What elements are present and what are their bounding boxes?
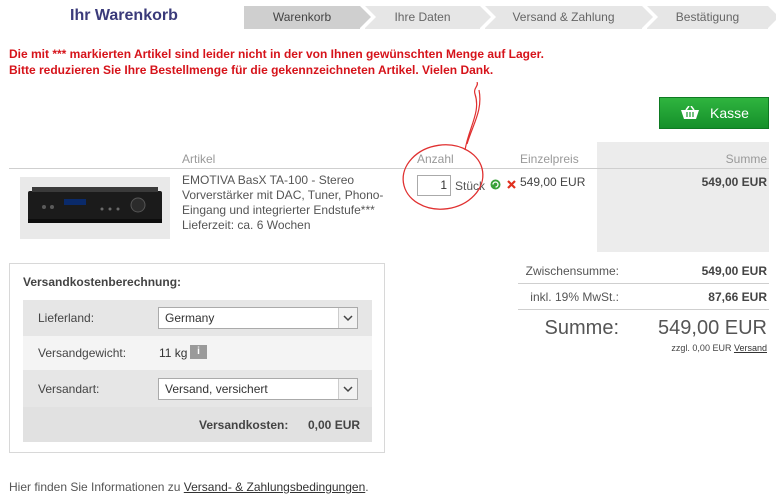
row-sum: 549,00 EUR [701,175,767,189]
subtotal-label: Zwischensumme: [525,264,619,278]
cost-value: 0,00 EUR [308,418,361,432]
step-warenkorb: Warenkorb [244,6,371,29]
delivery-time: Lieferzeit: ca. 6 Wochen [182,218,311,232]
page-title: Ihr Warenkorb [70,7,178,24]
product-image[interactable] [20,177,170,239]
product-description: EMOTIVA BasX TA-100 - Stereo Vorverstärk… [182,173,392,233]
warning-line-1: Die mit *** markierten Artikel sind leid… [9,47,545,61]
tax-value: 87,66 EUR [708,290,767,304]
country-label: Lieferland: [38,311,95,325]
header-artikel: Artikel [182,152,216,166]
country-select[interactable]: Germany [158,307,358,329]
shipping-link[interactable]: Versand [734,343,767,353]
shipping-note-text: zzgl. 0,00 EUR [671,343,732,353]
basket-icon [681,106,699,119]
stock-warning: Die mit *** markierten Artikel sind leid… [9,46,544,78]
totals-divider [518,309,769,310]
sum-label: Summe: [544,317,619,339]
annotation-circle [402,82,484,210]
shipping-note: zzgl. 0,00 EUR Versand [580,343,767,353]
weight-value: 11 kg [159,346,188,360]
footer-info: Hier finden Sie Informationen zu Versand… [9,480,369,494]
footer-end: . [365,480,369,494]
footer-text: Hier finden Sie Informationen zu [9,480,181,494]
method-value: Versand, versichert [165,382,268,396]
product-name-line-2: Vorverstärker mit DAC, Tuner, Phono- [182,188,384,202]
header-summe: Summe [725,152,767,166]
step-bestaetigung: Bestätigung [647,6,776,29]
checkout-button[interactable]: Kasse [659,97,769,129]
warning-line-2: Bitte reduzieren Sie Ihre Bestellmenge f… [9,63,494,77]
chevron-down-icon [338,308,357,328]
subtotal-value: 549,00 EUR [701,264,767,278]
step-ihre-daten: Ihre Daten [365,6,491,29]
shipping-title: Versandkostenberechnung: [23,275,182,289]
method-label: Versandart: [38,382,100,396]
method-select[interactable]: Versand, versichert [158,378,358,400]
checkout-label: Kasse [710,105,749,121]
amplifier-image [20,177,170,239]
info-icon[interactable]: i [190,345,207,359]
table-divider [9,168,769,169]
totals-divider [518,283,769,284]
step-versand-zahlung: Versand & Zahlung [485,6,653,29]
header-einzelpreis: Einzelpreis [520,152,579,166]
sum-value: 549,00 EUR [658,317,767,339]
cost-label: Versandkosten: [199,418,289,432]
terms-link[interactable]: Versand- & Zahlungsbedingungen [184,480,365,494]
product-name-line-3: Eingang und integrierter Endstufe*** [182,203,375,217]
unit-price: 549,00 EUR [520,175,586,189]
product-name-line-1: EMOTIVA BasX TA-100 - Stereo [182,173,355,187]
weight-label: Versandgewicht: [38,346,127,360]
tax-label: inkl. 19% MwSt.: [530,290,619,304]
country-value: Germany [165,311,215,325]
chevron-down-icon [338,379,357,399]
